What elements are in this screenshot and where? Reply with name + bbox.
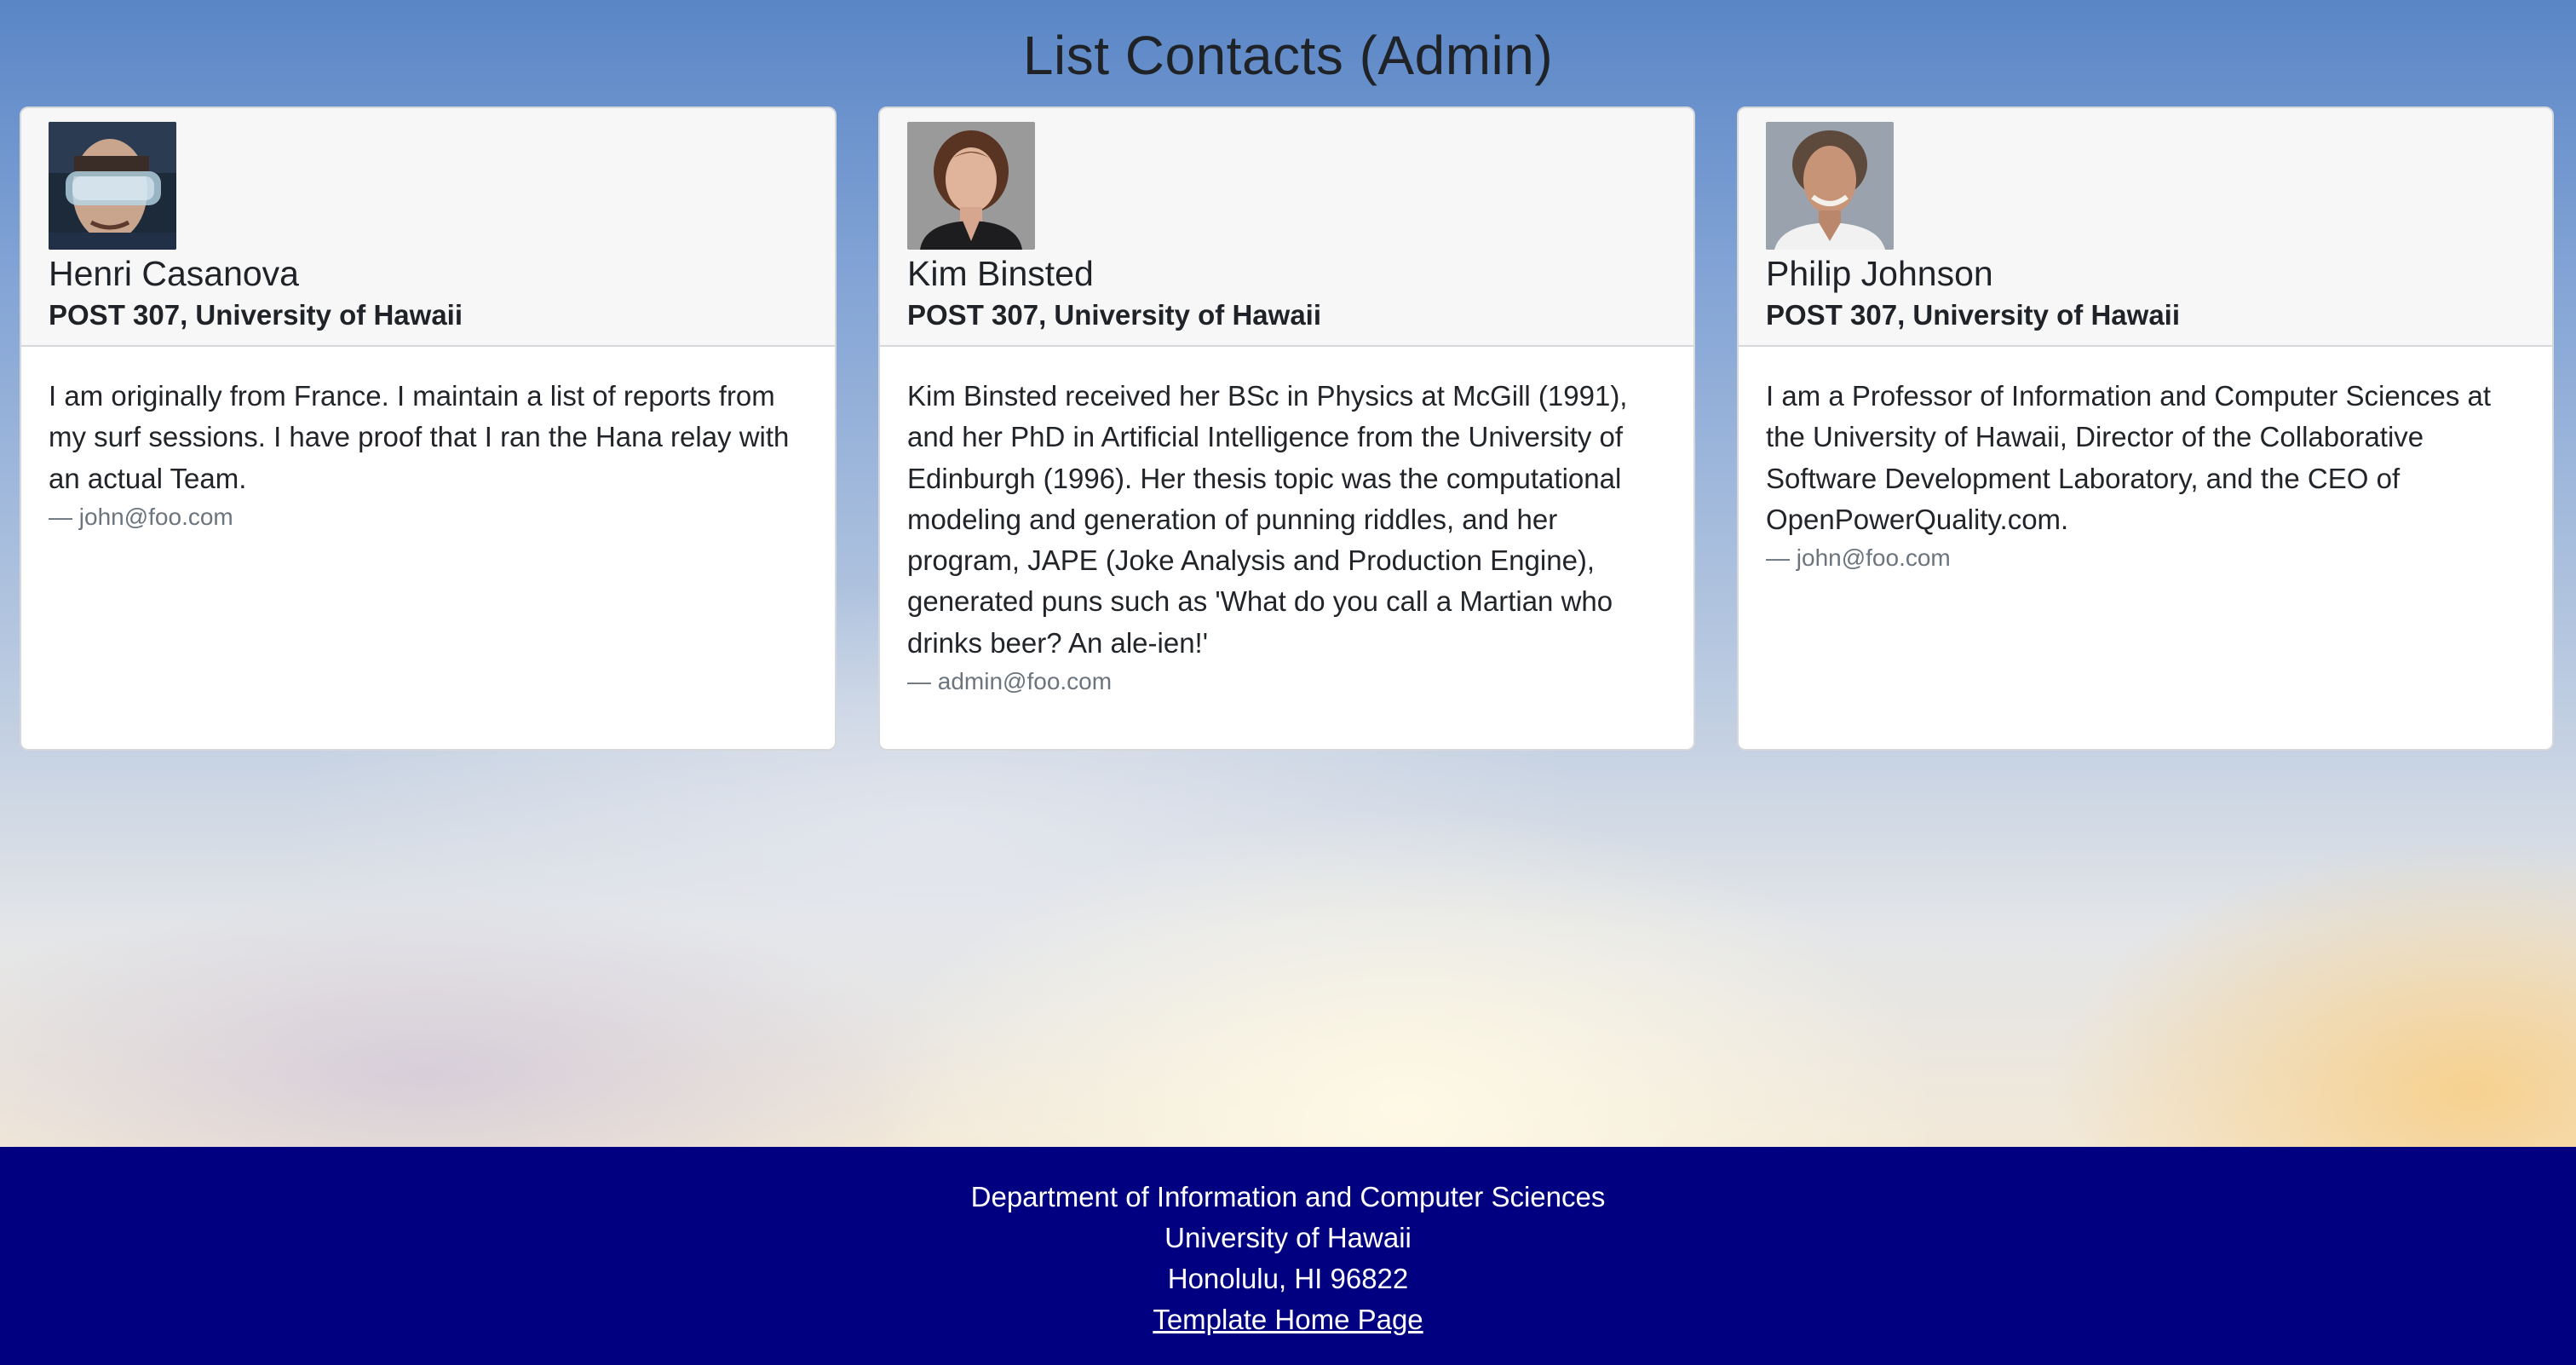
card-body: I am a Professor of Information and Comp… — [1739, 347, 2552, 576]
contact-name: Philip Johnson — [1766, 254, 1993, 293]
contact-card: Henri Casanova POST 307, University of H… — [20, 107, 837, 751]
contact-owner-email: — admin@foo.com — [907, 668, 1113, 695]
contact-card: Philip Johnson POST 307, University of H… — [1737, 107, 2554, 751]
template-home-link[interactable]: Template Home Page — [1153, 1304, 1423, 1335]
contact-avatar — [1766, 122, 1894, 250]
contact-name: Henri Casanova — [49, 254, 299, 293]
contact-name: Kim Binsted — [907, 254, 1094, 293]
footer-city: Honolulu, HI 96822 — [1167, 1263, 1409, 1294]
footer-university: University of Hawaii — [1164, 1222, 1412, 1253]
contact-address: POST 307, University of Hawaii — [907, 299, 1322, 331]
card-header: Henri Casanova POST 307, University of H… — [21, 108, 835, 347]
footer-department: Department of Information and Computer S… — [970, 1181, 1606, 1212]
contact-description: I am a Professor of Information and Comp… — [1766, 380, 2492, 535]
contact-avatar — [907, 122, 1035, 250]
card-body: I am originally from France. I maintain … — [21, 347, 835, 535]
page-footer: Department of Information and Computer S… — [0, 1147, 2576, 1365]
contact-card: Kim Binsted POST 307, University of Hawa… — [878, 107, 1695, 751]
contact-owner-email: — john@foo.com — [1766, 544, 1951, 572]
contact-address: POST 307, University of Hawaii — [49, 299, 463, 331]
card-header: Philip Johnson POST 307, University of H… — [1739, 108, 2552, 347]
contact-owner-email: — john@foo.com — [49, 503, 233, 530]
page-title: List Contacts (Admin) — [1022, 25, 1554, 86]
contact-description: I am originally from France. I maintain … — [49, 380, 790, 494]
card-header: Kim Binsted POST 307, University of Hawa… — [880, 108, 1693, 347]
contact-cards: Henri Casanova POST 307, University of H… — [20, 107, 2556, 751]
contact-description: Kim Binsted received her BSc in Physics … — [907, 380, 1628, 659]
card-body: Kim Binsted received her BSc in Physics … — [880, 347, 1693, 700]
contact-address: POST 307, University of Hawaii — [1766, 299, 2181, 331]
contact-avatar — [49, 122, 176, 250]
